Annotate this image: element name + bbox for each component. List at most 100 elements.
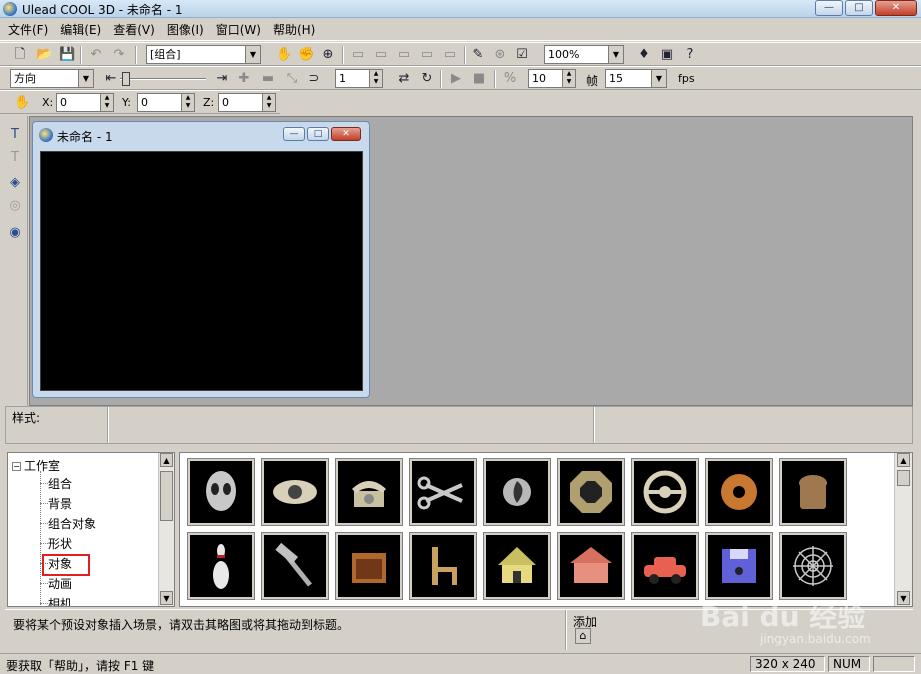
edit-geometry-icon[interactable]: ◎ <box>6 197 24 215</box>
effect-icon[interactable]: ♦ <box>636 47 652 63</box>
percent-icon[interactable]: % <box>502 71 518 87</box>
tree-item-background[interactable]: 背景 <box>48 495 72 512</box>
thumb-car[interactable] <box>631 532 699 600</box>
stop-icon[interactable]: ■ <box>471 71 487 87</box>
keyframe-start-icon[interactable]: ⇤ <box>103 71 119 87</box>
menu-window[interactable]: 窗口(W) <box>216 21 261 38</box>
thumb-spider-web[interactable] <box>779 532 847 600</box>
position-hand-icon[interactable]: ✋ <box>14 95 30 111</box>
hand-icon[interactable]: ✋ <box>276 47 292 63</box>
play-icon[interactable]: ▶ <box>448 71 464 87</box>
frame-spin[interactable]: 1 ▲ ▼ <box>335 69 383 88</box>
layer-icon-4[interactable]: ▭ <box>419 47 435 63</box>
doc-minimize-button[interactable]: — <box>283 127 305 141</box>
preview-icon[interactable]: ▣ <box>659 47 675 63</box>
close-button[interactable]: ✕ <box>875 0 917 16</box>
thumb-swirl[interactable] <box>483 458 551 526</box>
thumb-steering-wheel[interactable] <box>631 458 699 526</box>
thumbs-scroll-down-icon[interactable]: ▼ <box>897 591 910 605</box>
tree-root[interactable]: − 工作室 <box>12 457 60 474</box>
minimize-button[interactable]: — <box>815 0 843 16</box>
menu-view[interactable]: 查看(V) <box>113 21 155 38</box>
remove-keyframe-icon[interactable]: ▬ <box>260 71 276 87</box>
globe-icon[interactable]: ⊛ <box>492 47 508 63</box>
zoom-combo[interactable]: 100% ▼ <box>544 45 624 64</box>
reverse-icon[interactable]: ⤡ <box>284 71 300 87</box>
insert-geometry-icon[interactable]: ◈ <box>6 174 24 192</box>
menu-file[interactable]: 文件(F) <box>8 21 48 38</box>
fps-combo[interactable]: 15 ▼ <box>605 69 667 88</box>
thumb-barn[interactable] <box>557 532 625 600</box>
window-title: Ulead COOL 3D - 未命名 - 1 <box>22 3 183 17</box>
scroll-up-arrow-icon[interactable]: ▲ <box>160 453 173 467</box>
thumb-floppy-disk[interactable] <box>705 532 773 600</box>
render-canvas[interactable] <box>40 151 363 391</box>
rotate-hand-icon[interactable]: ✊ <box>298 47 314 63</box>
thumb-bowling-pin[interactable] <box>187 532 255 600</box>
style-label: 样式: <box>12 411 41 425</box>
thumb-scissors[interactable] <box>409 458 477 526</box>
tree-item-group-object[interactable]: 组合对象 <box>48 515 96 532</box>
document-window[interactable]: 未命名 - 1 — □ ✕ <box>32 121 370 398</box>
thumb-octagon-ring[interactable] <box>557 458 625 526</box>
frames-spin[interactable]: 10 ▲ ▼ <box>528 69 576 88</box>
thumb-donut[interactable] <box>705 458 773 526</box>
thumb-chair[interactable] <box>409 532 477 600</box>
layer-icon-1[interactable]: ▭ <box>350 47 366 63</box>
object-icon[interactable]: ◉ <box>6 224 24 242</box>
menu-image[interactable]: 图像(I) <box>167 21 204 38</box>
layer-icon-2[interactable]: ▭ <box>373 47 389 63</box>
new-file-icon[interactable]: 🗋 <box>12 47 28 63</box>
open-folder-icon[interactable]: 📂 <box>36 47 52 63</box>
loop-icon[interactable]: ⊃ <box>306 71 322 87</box>
repeat-icon[interactable]: ⇄ <box>396 71 412 87</box>
layer-icon-5[interactable]: ▭ <box>442 47 458 63</box>
thumb-bread[interactable] <box>779 458 847 526</box>
attribute-combo[interactable]: 方向 ▼ <box>10 69 94 88</box>
light-icon[interactable]: ✎ <box>470 47 486 63</box>
thumb-eye[interactable] <box>261 458 329 526</box>
add-house-icon[interactable]: ⌂ <box>575 628 591 644</box>
thumb-alien-head[interactable] <box>187 458 255 526</box>
save-icon[interactable]: 💾 <box>59 47 75 63</box>
undo-icon[interactable]: ↶ <box>88 47 104 63</box>
object-combo[interactable]: [组合] ▼ <box>146 45 261 64</box>
object-thumbnails: ▲ ▼ <box>179 452 913 607</box>
thumbnails-scrollbar[interactable]: ▲ ▼ <box>894 453 912 606</box>
edit-text-icon[interactable]: T <box>6 149 24 167</box>
z-spin[interactable]: 0 ▲ ▼ <box>218 93 276 112</box>
layer-icon-3[interactable]: ▭ <box>396 47 412 63</box>
style-bar: 样式: <box>5 406 913 444</box>
help-pointer-icon[interactable]: ? <box>682 47 698 63</box>
tree-item-composition[interactable]: 组合 <box>48 475 72 492</box>
status-canvas-size: 320 x 240 <box>750 656 825 672</box>
add-keyframe-icon[interactable]: ✚ <box>236 71 252 87</box>
x-spin[interactable]: 0 ▲ ▼ <box>56 93 114 112</box>
y-spin[interactable]: 0 ▲ ▼ <box>137 93 195 112</box>
app-window: Ulead COOL 3D - 未命名 - 1 — □ ✕ 文件(F) 编辑(E… <box>0 0 921 674</box>
scroll-down-arrow-icon[interactable]: ▼ <box>160 591 173 605</box>
menu-edit[interactable]: 编辑(E) <box>60 21 101 38</box>
tree-scrollbar[interactable]: ▲ ▼ <box>158 453 174 606</box>
status-bar: 要获取「帮助」，请按 F1 键 320 x 240 NUM <box>0 653 921 674</box>
maximize-button[interactable]: □ <box>845 0 873 16</box>
doc-close-button[interactable]: ✕ <box>331 127 361 141</box>
thumb-cabinet[interactable] <box>335 532 403 600</box>
menu-help[interactable]: 帮助(H) <box>273 21 315 38</box>
resize-icon[interactable]: ⊕ <box>320 47 336 63</box>
tree-item-camera[interactable]: 相机 <box>48 595 72 606</box>
tree-item-shape[interactable]: 形状 <box>48 535 72 552</box>
thumb-doghouse[interactable] <box>483 532 551 600</box>
thumbs-scroll-up-icon[interactable]: ▲ <box>897 453 910 467</box>
keyframe-end-icon[interactable]: ⇥ <box>214 71 230 87</box>
thumb-hammer[interactable] <box>261 532 329 600</box>
insert-text-icon[interactable]: T <box>6 126 24 144</box>
redo-icon[interactable]: ↷ <box>111 47 127 63</box>
doc-maximize-button[interactable]: □ <box>307 127 329 141</box>
chart-icon[interactable]: ☑ <box>514 47 530 63</box>
thumb-telephone[interactable] <box>335 458 403 526</box>
baidu-watermark-url: jingyan.baidu.com <box>760 632 871 646</box>
refresh-icon[interactable]: ↻ <box>419 71 435 87</box>
tree-item-animation[interactable]: 动画 <box>48 575 72 592</box>
timeline-slider[interactable] <box>120 71 206 87</box>
